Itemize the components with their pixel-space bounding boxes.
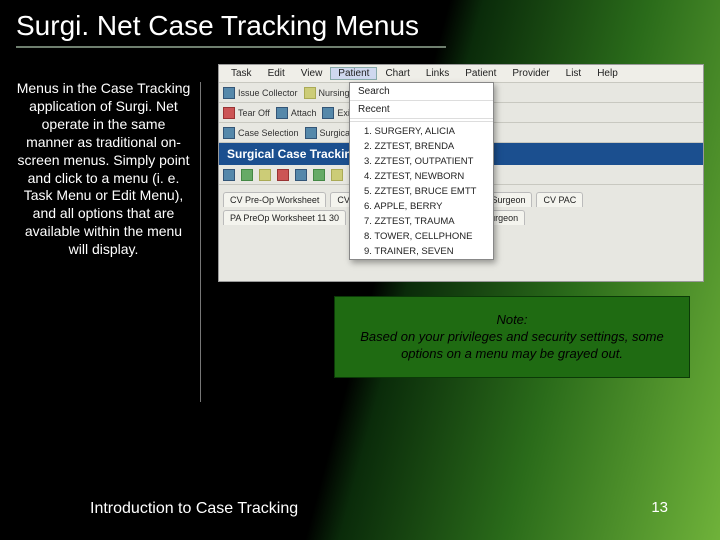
toolbar-icon-4[interactable] — [295, 169, 307, 181]
toolbar2-item-2[interactable]: Exit — [322, 107, 352, 119]
dropdown-item-7[interactable]: 8. TOWER, CELLPHONE — [350, 229, 493, 244]
dropdown-item-4[interactable]: 5. ZZTEST, BRUCE EMTT — [350, 184, 493, 199]
toolbar-icon-0[interactable] — [223, 169, 235, 181]
menu-edit[interactable]: Edit — [260, 67, 293, 80]
issue-collector-icon — [223, 87, 235, 99]
exit-icon — [322, 107, 334, 119]
page-number: 13 — [651, 499, 668, 516]
toolbar2-item-0[interactable]: Tear Off — [223, 107, 270, 119]
note-body: Based on your privileges and security se… — [349, 329, 675, 362]
dropdown-item-1[interactable]: 2. ZZTEST, BRENDA — [350, 139, 493, 154]
menu-view[interactable]: View — [293, 67, 331, 80]
toolbar-icon-3[interactable] — [277, 169, 289, 181]
attach-icon — [276, 107, 288, 119]
toolbar1-item-0[interactable]: Issue Collector — [223, 87, 298, 99]
menu-list[interactable]: List — [558, 67, 590, 80]
menu-task[interactable]: Task — [223, 67, 260, 80]
footer-title: Introduction to Case Tracking — [90, 500, 298, 518]
toolbar2-label: Tear Off — [238, 108, 270, 118]
dropdown-item-6[interactable]: 7. ZZTEST, TRAUMA — [350, 214, 493, 229]
dropdown-separator — [350, 121, 493, 122]
toolbar1-label: Issue Collector — [238, 88, 298, 98]
dropdown-item-2[interactable]: 3. ZZTEST, OUTPATIENT — [350, 154, 493, 169]
body-text: Menus in the Case Tracking application o… — [16, 80, 191, 259]
dropdown-item-3[interactable]: 4. ZZTEST, NEWBORN — [350, 169, 493, 184]
toolbar-icon-2[interactable] — [259, 169, 271, 181]
menu-chart[interactable]: Chart — [377, 67, 417, 80]
toolbar2-label: Attach — [291, 108, 317, 118]
menu-provider[interactable]: Provider — [504, 67, 557, 80]
toolbar3-label: Case Selection — [238, 128, 299, 138]
menu-patient[interactable]: Patient — [330, 67, 377, 80]
patient-dropdown[interactable]: Search Recent 1. SURGERY, ALICIA2. ZZTES… — [349, 82, 494, 260]
toolbar3-item-0[interactable]: Case Selection — [223, 127, 299, 139]
toolbar2-item-1[interactable]: Attach — [276, 107, 317, 119]
menu-patient[interactable]: Patient — [457, 67, 504, 80]
title-area: Surgi. Net Case Tracking Menus — [16, 6, 446, 48]
vertical-divider — [200, 82, 201, 402]
app-screenshot: TaskEditViewPatientChartLinksPatientProv… — [218, 64, 704, 282]
toolbar-icon-1[interactable] — [241, 169, 253, 181]
tab-cv-pac[interactable]: CV PAC — [536, 192, 583, 207]
tab-cv-pre-op-worksheet[interactable]: CV Pre-Op Worksheet — [223, 192, 326, 207]
nursing-policies-icon — [304, 87, 316, 99]
tab-pa-preop-worksheet-11-30[interactable]: PA PreOp Worksheet 11 30 — [223, 210, 346, 225]
dropdown-item-5[interactable]: 6. APPLE, BERRY — [350, 199, 493, 214]
menu-links[interactable]: Links — [418, 67, 457, 80]
note-box: Note: Based on your privileges and secur… — [334, 296, 690, 378]
tear-off-icon — [223, 107, 235, 119]
note-title: Note: — [496, 312, 527, 328]
page-title: Surgi. Net Case Tracking Menus — [16, 6, 446, 44]
toolbar-icon-5[interactable] — [313, 169, 325, 181]
dropdown-item-0[interactable]: 1. SURGERY, ALICIA — [350, 124, 493, 139]
toolbar-icon-6[interactable] — [331, 169, 343, 181]
title-underline — [16, 46, 446, 48]
dropdown-recent[interactable]: Recent — [350, 101, 493, 119]
menu-help[interactable]: Help — [589, 67, 626, 80]
surgical-case-tracking-icon — [305, 127, 317, 139]
dropdown-search[interactable]: Search — [350, 83, 493, 101]
dropdown-item-8[interactable]: 9. TRAINER, SEVEN — [350, 244, 493, 259]
slide: Surgi. Net Case Tracking Menus Menus in … — [0, 0, 720, 540]
menubar: TaskEditViewPatientChartLinksPatientProv… — [219, 65, 703, 83]
case-selection-icon — [223, 127, 235, 139]
